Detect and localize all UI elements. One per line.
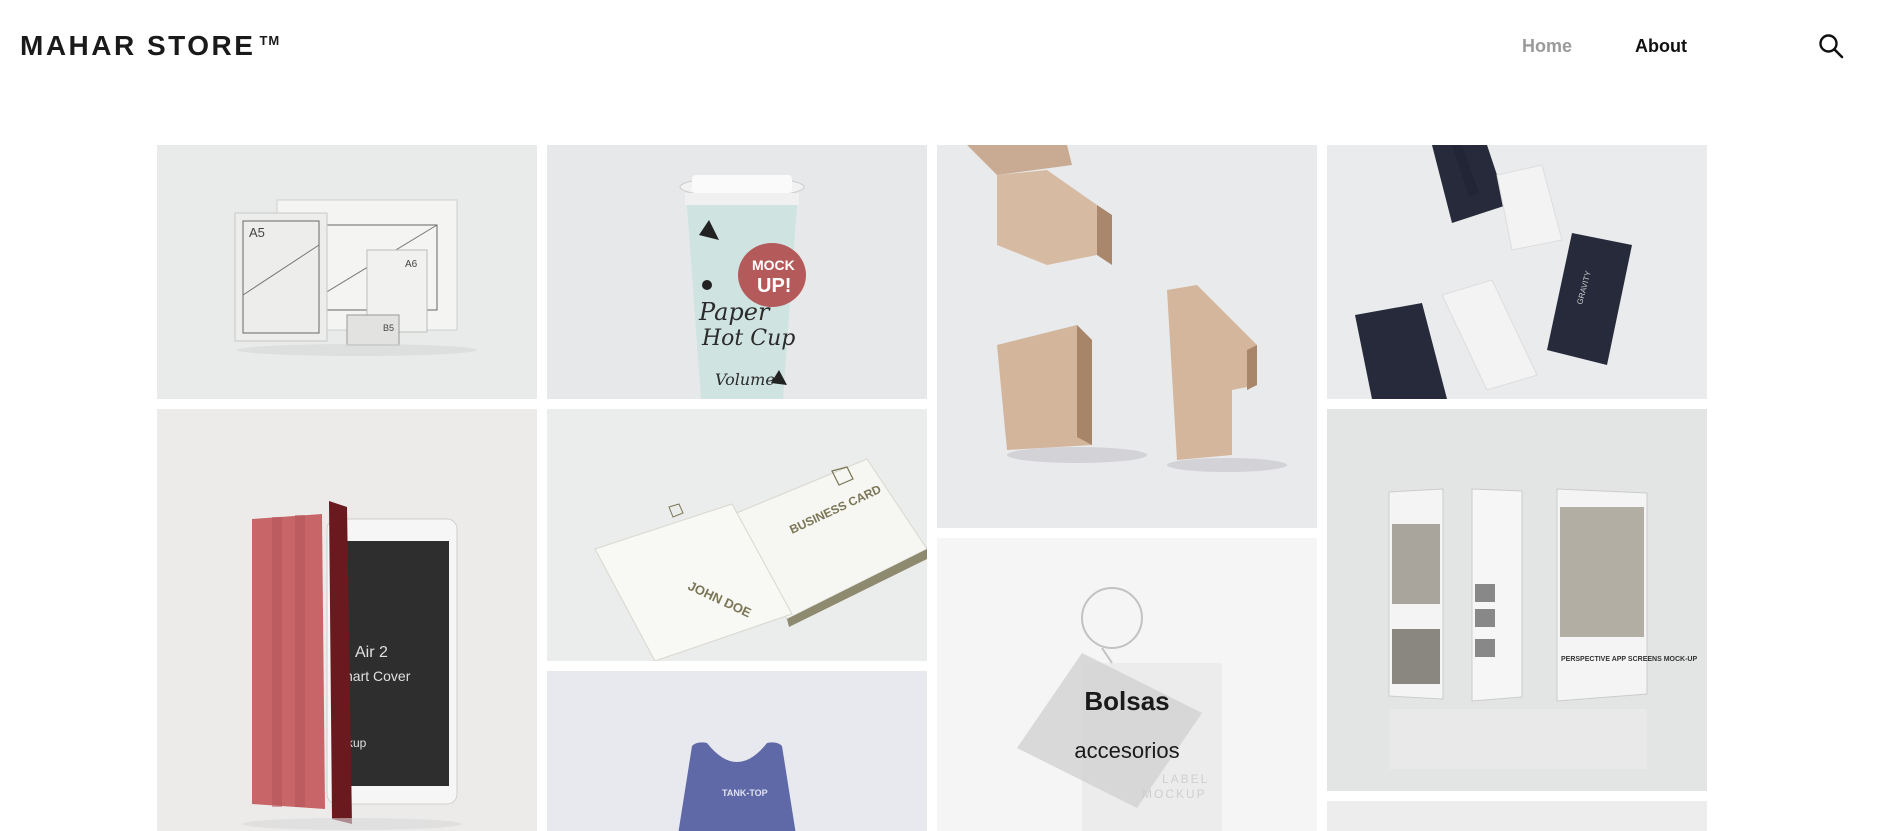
nav-link-about[interactable]: About [1635, 36, 1687, 57]
site-logo[interactable]: MAHAR STORE TM [20, 30, 280, 62]
ipad-label-air: Air 2 [355, 644, 388, 661]
cup-label-mock: MOCK [752, 257, 795, 273]
stationery-label-a5: A5 [249, 225, 265, 240]
gallery-item-partial[interactable] [1327, 801, 1707, 831]
cup-label-paper: Paper [698, 298, 771, 326]
gallery-item-business-card[interactable]: BUSINESS CARD JOHN DOE [547, 409, 927, 661]
gallery-item-app-screens[interactable]: PERSPECTIVE APP SCREENS MOCK-UP [1327, 409, 1707, 791]
stationery-label-a6: A6 [405, 259, 418, 270]
search-icon[interactable] [1818, 33, 1844, 59]
nav-link-home[interactable]: Home [1522, 36, 1572, 57]
ipad-label-cover: nart Cover [345, 668, 411, 684]
gallery-item-stationery[interactable]: A5 A6 B5 [157, 145, 537, 399]
cup-label-volume: Volume [715, 370, 775, 389]
cup-label-up: UP! [757, 275, 791, 297]
product-gallery: A5 A6 B5 MOCK UP! Paper Hot Cup Volume G… [157, 145, 1709, 831]
site-header: MAHAR STORE TM Home About [0, 0, 1877, 100]
category-title: Bolsas [1084, 686, 1170, 716]
cup-label-hotcup: Hot Cup [701, 326, 795, 351]
app-screen-label: PERSPECTIVE APP SCREENS MOCK-UP [1561, 656, 1697, 663]
tank-top-label: TANK-TOP [722, 788, 768, 798]
gallery-item-wooden-blocks[interactable] [937, 145, 1317, 528]
trademark-mark: TM [259, 32, 281, 48]
gallery-item-ipad-cover[interactable]: Air 2 nart Cover kup [157, 409, 537, 831]
stationery-label-b5: B5 [383, 323, 394, 333]
category-subtitle: accesorios [1074, 738, 1180, 763]
bolsas-tag-label: LABEL [1162, 772, 1209, 786]
bolsas-tag-mockup: MOCKUP [1142, 787, 1207, 801]
gallery-item-gravity-cards[interactable]: GRAVITY [1327, 145, 1707, 399]
gallery-item-paper-cup[interactable]: MOCK UP! Paper Hot Cup Volume [547, 145, 927, 399]
category-tile-bolsas[interactable]: LABEL MOCKUP Bolsas accesorios [937, 538, 1317, 831]
gallery-item-tank-top[interactable]: TANK-TOP [547, 671, 927, 831]
